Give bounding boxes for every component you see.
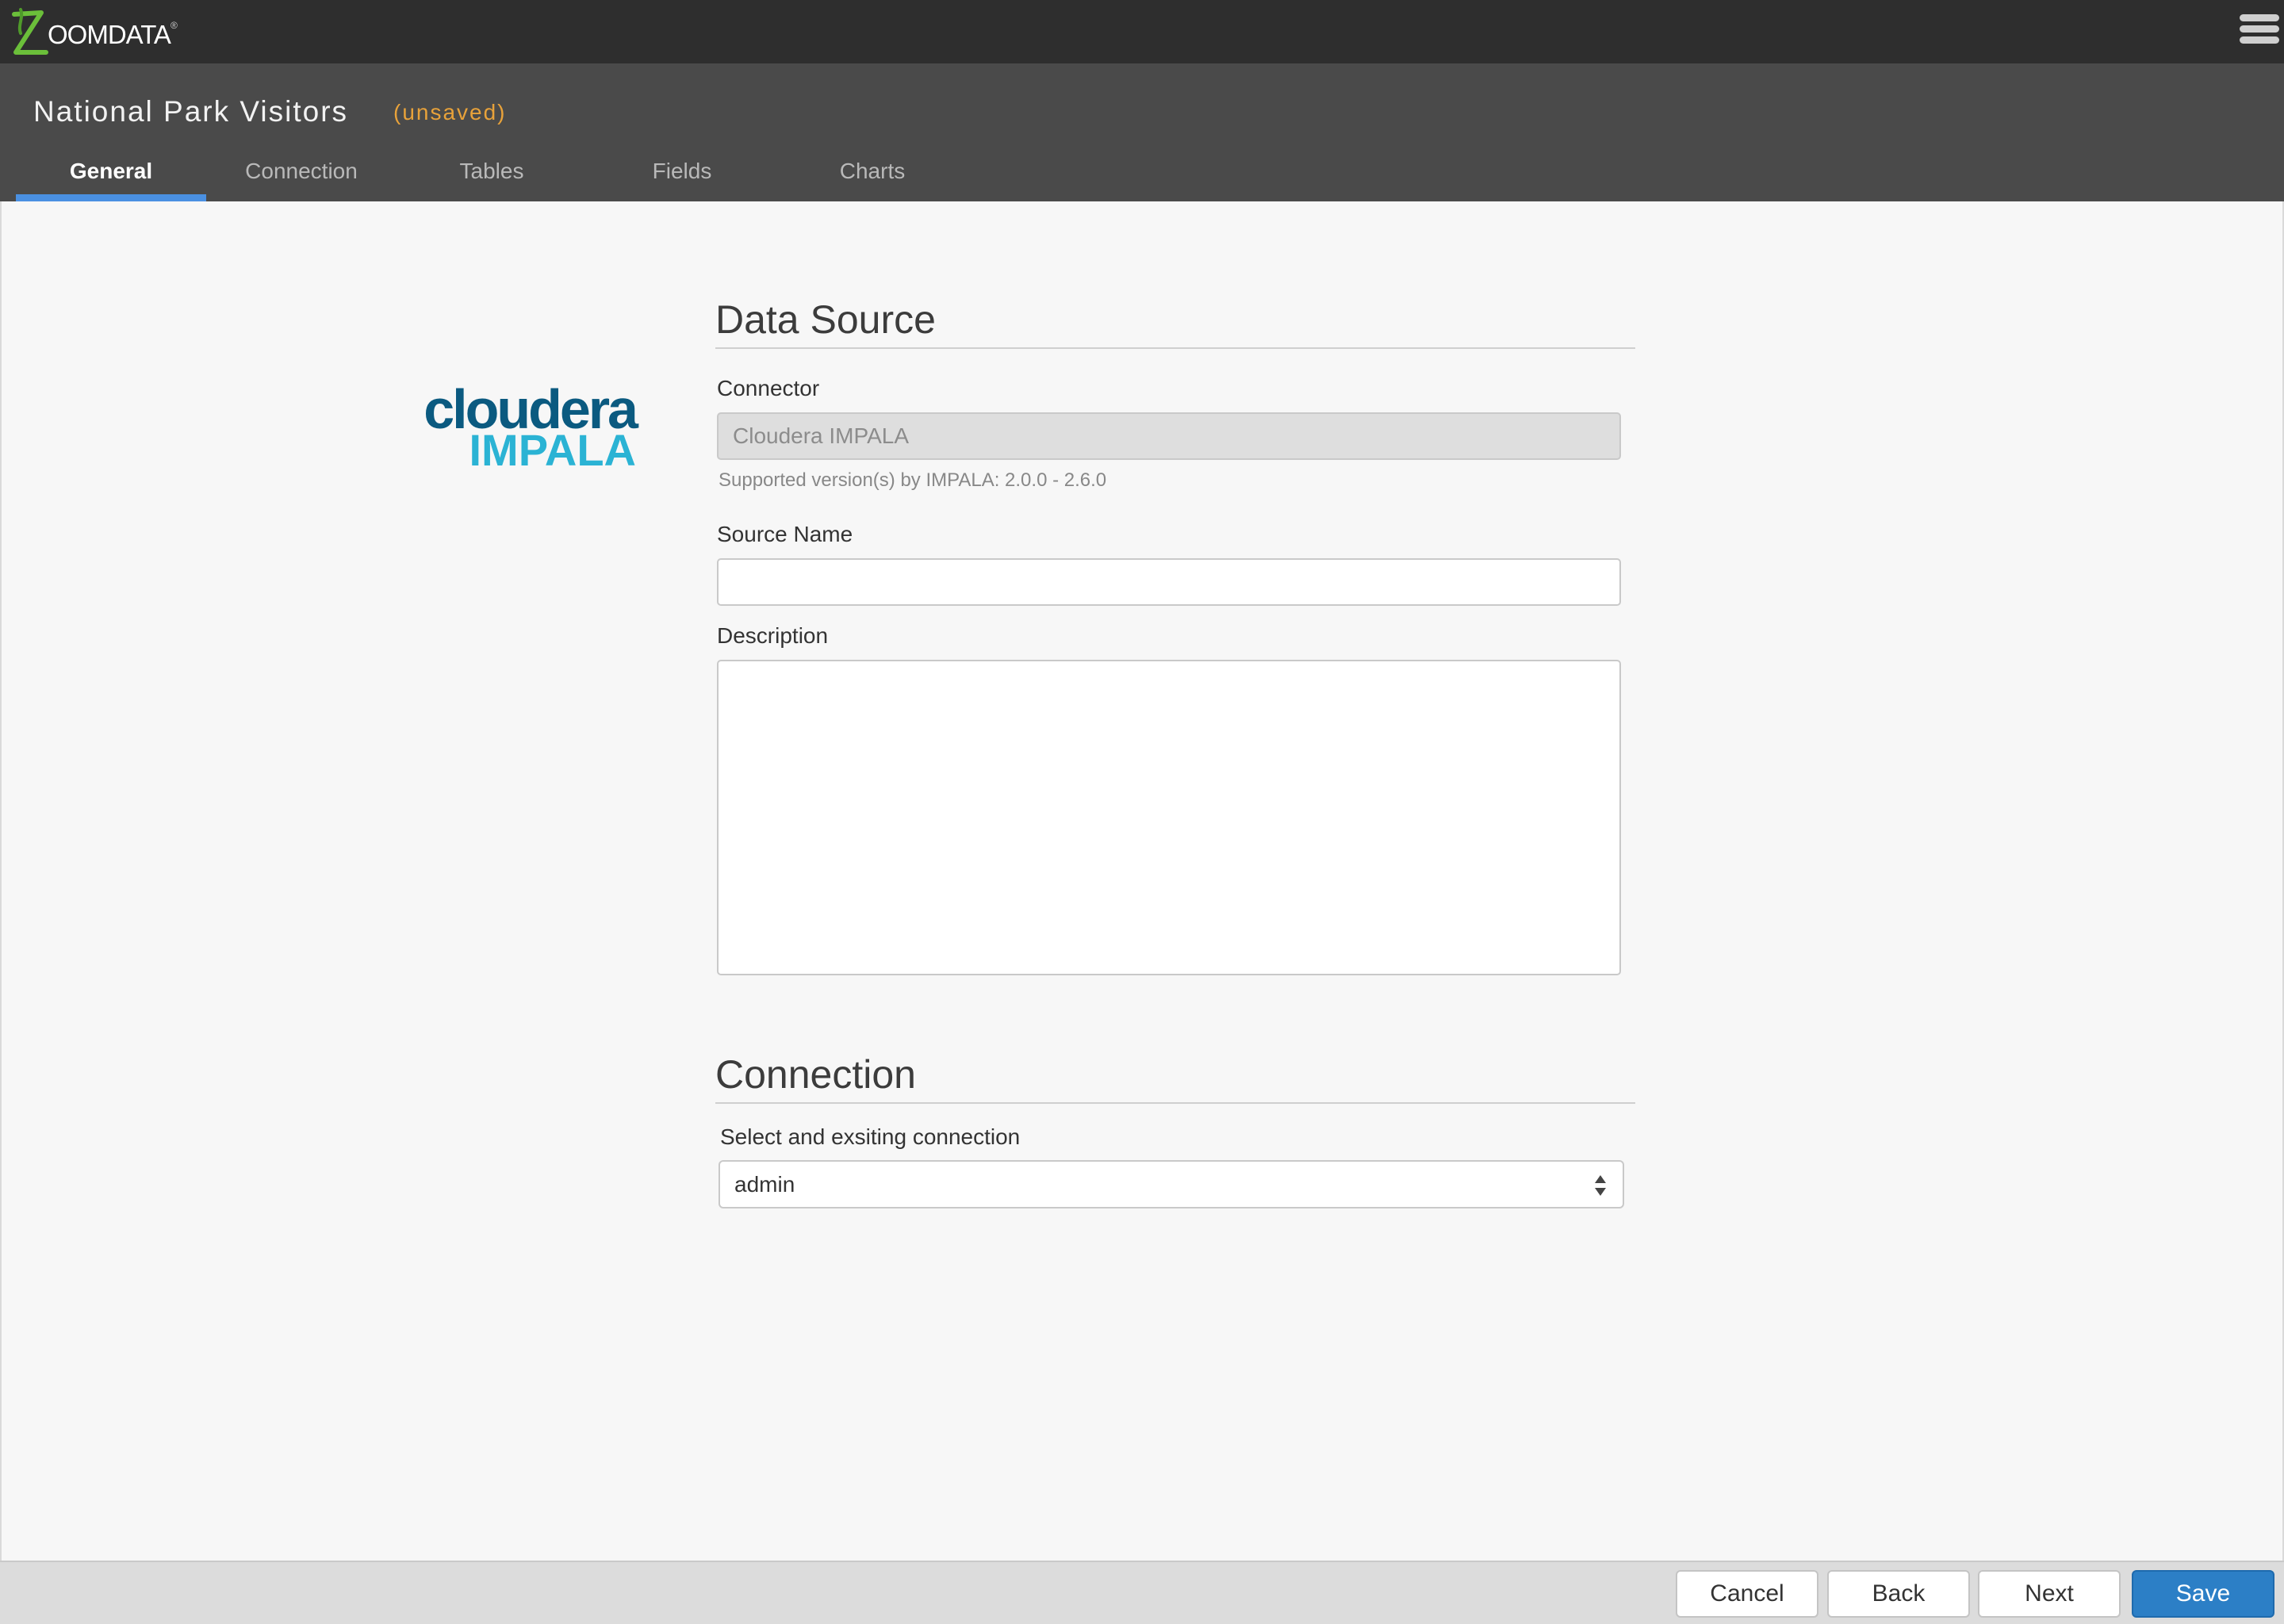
cancel-button[interactable]: Cancel [1676, 1570, 1818, 1618]
connection-selected-value: admin [734, 1172, 795, 1197]
footer-bar: Cancel Back Next Save [0, 1561, 2284, 1624]
hamburger-menu-icon[interactable] [2240, 14, 2279, 49]
page-header: National Park Visitors (unsaved) General… [0, 63, 2284, 201]
connection-select-label: Select and exsiting connection [720, 1124, 1021, 1149]
cloudera-impala-logo: cloudera IMPALA [423, 381, 638, 475]
tab-connection[interactable]: Connection [206, 149, 397, 201]
back-button[interactable]: Back [1827, 1570, 1970, 1618]
next-button[interactable]: Next [1978, 1570, 2121, 1618]
tab-charts[interactable]: Charts [777, 149, 968, 201]
connector-label: Connector [717, 376, 820, 400]
source-name-label: Source Name [717, 522, 853, 546]
top-bar: OOMDATA® [0, 0, 2284, 63]
zoomdata-logo[interactable]: OOMDATA® [10, 5, 178, 60]
logo-line-impala: IMPALA [469, 425, 637, 475]
tab-fields[interactable]: Fields [587, 149, 777, 201]
connection-select[interactable]: admin [719, 1160, 1624, 1208]
description-label: Description [717, 623, 829, 648]
supported-versions-text: Supported version(s) by IMPALA: 2.0.0 - … [719, 469, 1107, 491]
tab-general[interactable]: General [16, 149, 206, 201]
connection-heading: Connection [715, 1051, 1635, 1104]
save-button[interactable]: Save [2132, 1570, 2274, 1618]
data-source-heading: Data Source [715, 297, 1635, 349]
connector-field: Cloudera IMPALA [717, 412, 1621, 460]
page-title: National Park Visitors [33, 95, 349, 128]
description-textarea[interactable] [717, 660, 1621, 975]
logo-text: OOMDATA® [48, 20, 178, 49]
source-name-input[interactable] [717, 558, 1621, 606]
zoomdata-z-icon [12, 8, 48, 55]
tab-tables[interactable]: Tables [397, 149, 587, 201]
select-arrows-icon [1595, 1175, 1606, 1196]
unsaved-status: (unsaved) [393, 100, 507, 124]
